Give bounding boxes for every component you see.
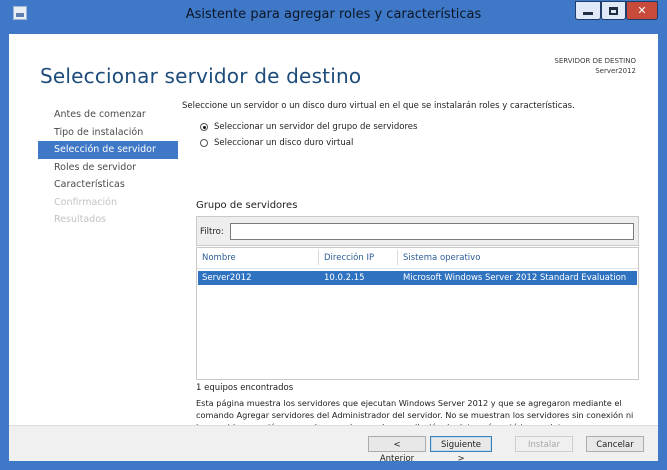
radio-virtual-disk[interactable]	[200, 139, 208, 147]
option-server-pool[interactable]: Seleccionar un servidor del grupo de ser…	[200, 122, 417, 132]
wizard-client-area: Seleccionar servidor de destino SERVIDOR…	[9, 34, 658, 464]
step-seleccion-de-servidor[interactable]: Selección de servidor	[38, 141, 178, 159]
column-header-nombre[interactable]: Nombre	[202, 253, 236, 263]
cell-ip: 10.0.2.15	[324, 273, 365, 283]
minimize-button[interactable]	[575, 1, 601, 20]
option-server-pool-label[interactable]: Seleccionar un servidor del grupo de ser…	[214, 122, 417, 132]
radio-server-pool[interactable]	[200, 123, 208, 131]
title-bar[interactable]: Asistente para agregar roles y caracterí…	[0, 0, 667, 34]
servers-count: 1 equipos encontrados	[196, 383, 294, 393]
cancel-button[interactable]: Cancelar	[586, 436, 644, 452]
minimize-icon	[583, 12, 593, 15]
cell-os: Microsoft Windows Server 2012 Standard E…	[403, 273, 627, 283]
column-header-os[interactable]: Sistema operativo	[403, 253, 480, 263]
step-confirmacion: Confirmación	[54, 196, 117, 208]
wizard-steps-nav: Antes de comenzar Tipo de instalación Se…	[38, 106, 178, 229]
back-button[interactable]: < Anterior	[368, 436, 426, 464]
next-button[interactable]: Siguiente >	[430, 436, 492, 464]
server-pool-title: Grupo de servidores	[196, 200, 298, 211]
step-antes-de-comenzar[interactable]: Antes de comenzar	[38, 106, 178, 124]
destination-label: SERVIDOR DE DESTINO	[554, 57, 636, 65]
page-title: Seleccionar servidor de destino	[40, 64, 362, 88]
filter-panel: Filtro:	[196, 216, 639, 246]
wizard-window: Asistente para agregar roles y caracterí…	[0, 0, 667, 470]
step-tipo-de-instalacion[interactable]: Tipo de instalación	[38, 124, 178, 142]
column-divider[interactable]	[318, 250, 319, 265]
maximize-icon	[609, 6, 618, 15]
install-button: Instalar	[515, 436, 573, 452]
column-divider[interactable]	[397, 250, 398, 265]
close-button[interactable]: ✕	[626, 1, 658, 20]
column-header-ip[interactable]: Dirección IP	[324, 253, 374, 263]
destination-value: Server2012	[595, 67, 636, 75]
maximize-button[interactable]	[601, 1, 626, 20]
window-title: Asistente para agregar roles y caracterí…	[185, 7, 482, 22]
destination-server-info: SERVIDOR DE DESTINO Server2012	[554, 56, 636, 76]
step-roles-de-servidor[interactable]: Roles de servidor	[38, 159, 178, 177]
table-row[interactable]: Server2012 10.0.2.15 Microsoft Windows S…	[198, 271, 637, 285]
option-virtual-disk-label[interactable]: Seleccionar un disco duro virtual	[214, 138, 353, 148]
close-icon: ✕	[637, 4, 647, 17]
wizard-footer: < Anterior Siguiente > Instalar Cancelar	[9, 425, 658, 464]
filter-input[interactable]	[230, 223, 634, 240]
step-resultados: Resultados	[54, 214, 106, 225]
cell-name: Server2012	[202, 273, 252, 283]
intro-text: Seleccione un servidor o un disco duro v…	[182, 101, 575, 111]
table-header: Nombre Dirección IP Sistema operativo	[197, 248, 638, 269]
step-caracteristicas[interactable]: Características	[38, 176, 178, 194]
servers-table: Nombre Dirección IP Sistema operativo Se…	[196, 247, 639, 380]
option-virtual-disk[interactable]: Seleccionar un disco duro virtual	[200, 138, 353, 148]
filter-label: Filtro:	[200, 227, 224, 237]
